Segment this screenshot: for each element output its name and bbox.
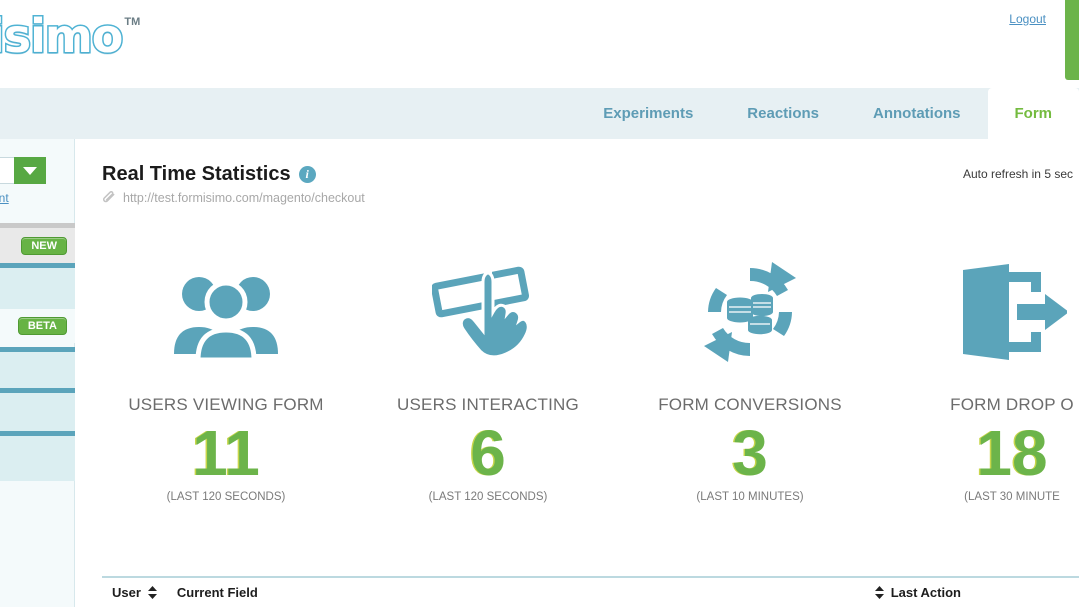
main-panel: Real Time Statistics i http://test.formi…: [75, 139, 1079, 607]
page-title: Real Time Statistics: [102, 163, 291, 186]
main-navigation-bar: Experiments Reactions Annotations Form: [0, 88, 1079, 139]
sidebar-item-2[interactable]: BETA: [0, 309, 75, 343]
table-column-user[interactable]: User: [102, 585, 157, 600]
stat-value-form-drop-outs: 18: [976, 417, 1047, 489]
sidebar-item-3[interactable]: s: [0, 352, 75, 388]
logo-wordmark: misimo: [0, 10, 122, 62]
form-url-row: http://test.formisimo.com/magento/checko…: [102, 191, 365, 205]
tab-annotations[interactable]: Annotations: [846, 88, 988, 139]
formisimo-logo[interactable]: misimo TM: [0, 10, 140, 62]
stat-sublabel-form-conversions: (LAST 10 MINUTES): [696, 491, 803, 503]
refresh-coins-icon: [698, 257, 802, 367]
stat-card-form-drop-outs: FORM DROP O 18 (LAST 30 MINUTE: [881, 257, 1079, 503]
hand-pointer-form-icon: [432, 257, 544, 367]
top-header-bar: misimo TM Logout: [0, 0, 1079, 88]
sort-arrows-icon: [148, 586, 157, 599]
stat-label-form-drop-outs: FORM DROP O: [950, 395, 1074, 415]
sidebar-item-statistics[interactable]: istics: [0, 268, 75, 309]
stat-sublabel-users-interacting: (LAST 120 SECONDS): [429, 491, 548, 503]
stat-label-users-interacting: USERS INTERACTING: [397, 395, 579, 415]
stat-card-users-viewing-form: USERS VIEWING FORM 11 (LAST 120 SECONDS): [95, 257, 357, 503]
sidebar-item-0[interactable]: NEW: [0, 228, 75, 263]
page-title-row: Real Time Statistics i: [102, 163, 316, 186]
logout-link[interactable]: Logout: [1009, 12, 1046, 26]
tab-experiments[interactable]: Experiments: [576, 88, 720, 139]
experiment-select-row[interactable]: [0, 157, 46, 184]
experiment-select-dropdown-button[interactable]: [14, 157, 46, 184]
realtime-stat-cards: USERS VIEWING FORM 11 (LAST 120 SECONDS)…: [95, 257, 1079, 552]
content-area: Experiment NEW istics BETA s: [0, 139, 1079, 607]
info-icon[interactable]: i: [299, 166, 316, 183]
paperclip-icon: [102, 191, 116, 205]
sidebar-item-0-badge: NEW: [21, 237, 67, 255]
stat-value-form-conversions: 3: [732, 417, 768, 489]
stat-label-users-viewing-form: USERS VIEWING FORM: [128, 395, 323, 415]
stat-value-users-viewing-form: 11: [192, 417, 260, 489]
experiment-select-input[interactable]: [0, 157, 14, 184]
stat-card-form-conversions: FORM CONVERSIONS 3 (LAST 10 MINUTES): [619, 257, 881, 503]
stat-value-users-interacting: 6: [470, 417, 506, 489]
table-header-row: User Current Field L: [102, 578, 1079, 607]
chevron-down-icon: [23, 167, 37, 175]
stat-sublabel-users-viewing-form: (LAST 120 SECONDS): [167, 491, 286, 503]
sidebar-item-4[interactable]: [0, 393, 75, 431]
sidebar-item-5[interactable]: [0, 436, 75, 481]
left-sidebar: Experiment NEW istics BETA s: [0, 139, 75, 607]
form-url-text: http://test.formisimo.com/magento/checko…: [123, 191, 365, 205]
table-column-last-action[interactable]: Last Action: [875, 585, 1079, 600]
table-column-current-field-label: Current Field: [177, 585, 258, 600]
door-exit-icon: [957, 257, 1067, 367]
table-column-last-action-label: Last Action: [891, 585, 961, 600]
sort-arrows-icon: [875, 586, 884, 599]
right-edge-green-tab[interactable]: [1065, 0, 1079, 80]
auto-refresh-status: Auto refresh in 5 sec: [963, 167, 1073, 181]
tab-forms[interactable]: Form: [988, 88, 1079, 139]
table-column-current-field[interactable]: Current Field: [177, 585, 258, 600]
stat-sublabel-form-drop-outs: (LAST 30 MINUTE: [964, 491, 1060, 503]
stat-label-form-conversions: FORM CONVERSIONS: [658, 395, 842, 415]
app-root: misimo TM Logout Experiments Reactions A…: [0, 0, 1079, 607]
sidebar-item-2-badge: BETA: [18, 317, 67, 335]
users-group-icon: [170, 257, 282, 367]
nav-tab-list: Experiments Reactions Annotations Form: [576, 88, 1079, 139]
stat-card-users-interacting: USERS INTERACTING 6 (LAST 120 SECONDS): [357, 257, 619, 503]
table-column-user-label: User: [112, 585, 141, 600]
trademark-symbol: TM: [124, 16, 140, 28]
realtime-users-table: User Current Field L: [102, 576, 1079, 607]
new-experiment-link[interactable]: Experiment: [0, 191, 9, 205]
tab-reactions[interactable]: Reactions: [720, 88, 846, 139]
